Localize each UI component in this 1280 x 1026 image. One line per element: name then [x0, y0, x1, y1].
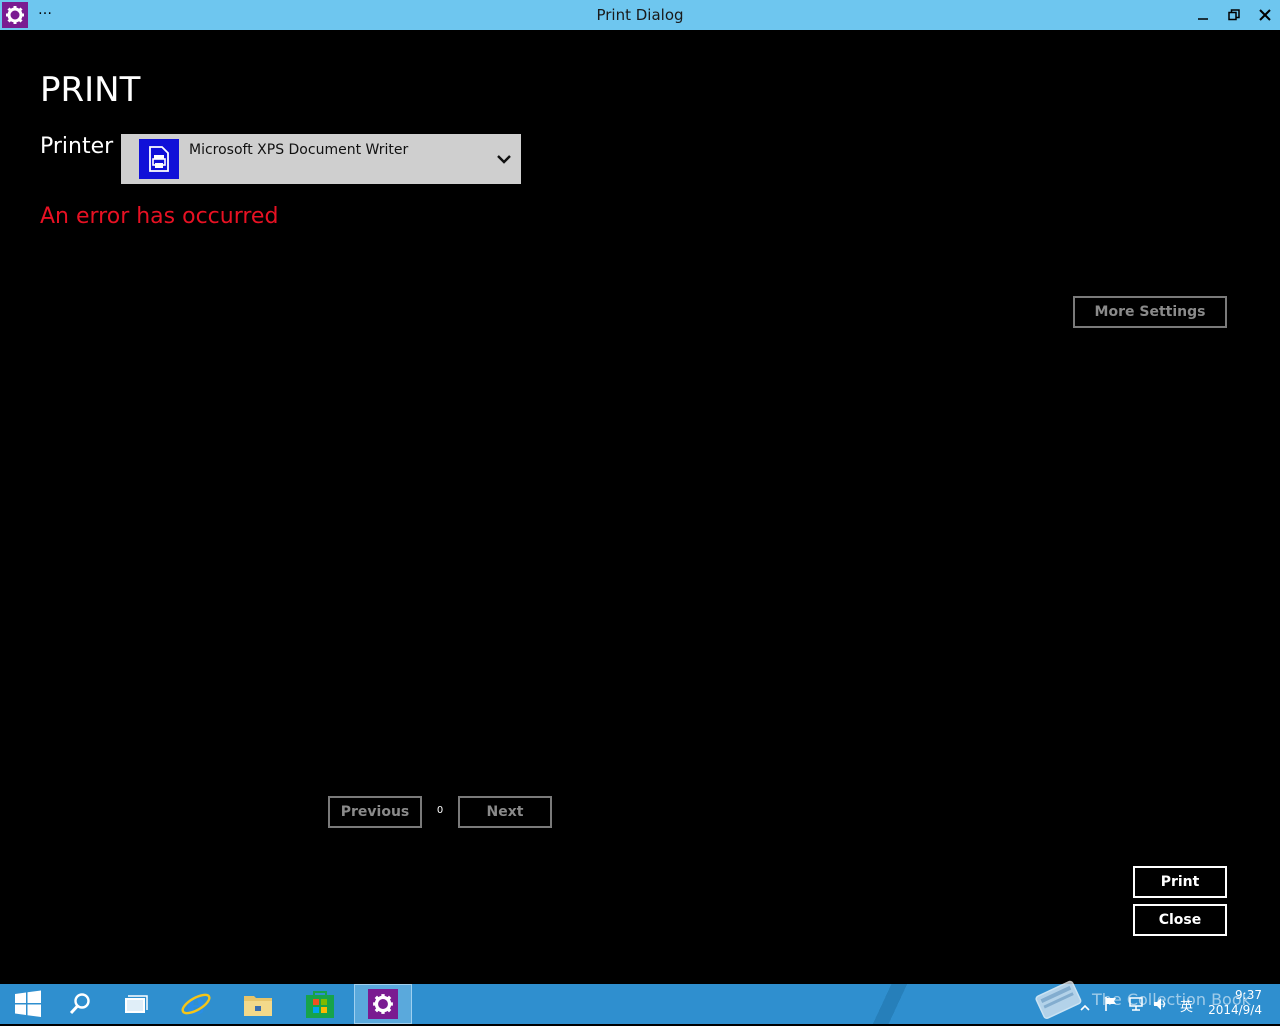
- windows-start-icon[interactable]: [0, 984, 56, 1024]
- clock-time: 9:37: [1235, 988, 1262, 1002]
- store-icon[interactable]: [292, 984, 348, 1024]
- file-explorer-icon[interactable]: [230, 984, 286, 1024]
- title-bar: … Print Dialog: [0, 0, 1280, 30]
- close-icon[interactable]: [1249, 0, 1280, 30]
- restore-icon[interactable]: [1218, 0, 1250, 30]
- print-dialog-content: PRINT Printer Microsoft XPS Document Wri…: [0, 30, 1280, 984]
- close-button[interactable]: Close: [1133, 904, 1227, 936]
- window-title: Print Dialog: [596, 6, 684, 24]
- search-icon[interactable]: [52, 984, 108, 1024]
- print-button[interactable]: Print: [1133, 866, 1227, 898]
- watermark-book-icon: [1030, 976, 1086, 1022]
- more-settings-button[interactable]: More Settings: [1073, 296, 1227, 328]
- error-message: An error has occurred: [40, 204, 279, 229]
- selected-printer: Microsoft XPS Document Writer: [189, 142, 409, 158]
- gear-icon: [368, 989, 398, 1019]
- printer-icon: [139, 139, 179, 179]
- chevron-down-icon: [495, 150, 513, 168]
- print-dialog-taskbar-button[interactable]: [354, 984, 412, 1024]
- volume-icon[interactable]: [1152, 996, 1168, 1016]
- svg-text:e: e: [186, 988, 205, 1020]
- task-view-icon[interactable]: [108, 984, 164, 1024]
- internet-explorer-icon[interactable]: e: [168, 984, 224, 1024]
- printer-dropdown[interactable]: Microsoft XPS Document Writer: [121, 134, 521, 184]
- input-method-indicator[interactable]: 英: [1180, 996, 1193, 1015]
- tray-show-hidden-icon[interactable]: [1080, 998, 1090, 1017]
- printer-label: Printer: [40, 134, 114, 159]
- minimize-icon[interactable]: [1187, 0, 1219, 30]
- clock-date: 2014/9/4: [1208, 1003, 1262, 1017]
- network-icon[interactable]: [1128, 996, 1144, 1016]
- next-page-button[interactable]: Next: [458, 796, 552, 828]
- action-center-flag-icon[interactable]: [1104, 996, 1118, 1016]
- taskbar-stripe-decoration: [860, 984, 920, 1024]
- previous-page-button[interactable]: Previous: [328, 796, 422, 828]
- taskbar: e The Collection Book 英 9:37 2014/9/4: [0, 980, 1280, 1024]
- page-number: 0: [436, 805, 444, 816]
- clock[interactable]: 9:37 2014/9/4: [1208, 988, 1262, 1018]
- page-title: PRINT: [40, 70, 141, 110]
